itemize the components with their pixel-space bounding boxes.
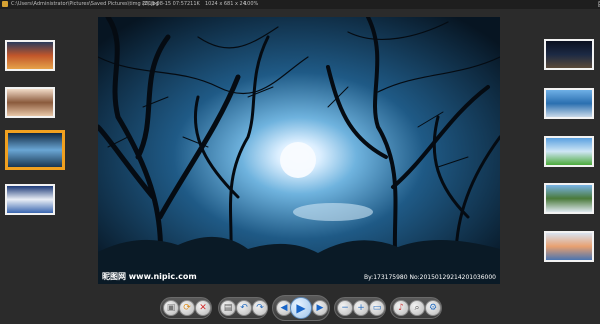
thumb-green-field-image [546, 138, 592, 165]
moonlit-forest-picture: 昵图网 www.nipic.com By:173175980 No:201501… [98, 17, 500, 284]
next-button[interactable]: ▶ [312, 300, 328, 316]
thumb-alpine-village-image [546, 185, 592, 212]
thumb-green-field[interactable] [544, 136, 594, 167]
rotate-left-button[interactable]: ↶ [236, 300, 252, 316]
thumb-sunset-lake[interactable] [5, 40, 55, 71]
play-button[interactable]: ▶ [290, 297, 312, 319]
thumb-portrait-image [7, 89, 53, 116]
watermark-left: 昵图网 www.nipic.com [102, 272, 197, 281]
open-button[interactable]: ▣ [163, 300, 179, 316]
file-size: 211K [187, 1, 200, 7]
settings-button[interactable]: ⚙ [425, 300, 441, 316]
gear-icon: ⚙ [428, 302, 438, 313]
save-button[interactable]: ▤ [220, 300, 236, 316]
music-button[interactable]: ♪ [393, 300, 409, 316]
search-button[interactable]: ⌕ [409, 300, 425, 316]
thumb-sunset-lake-image [7, 42, 53, 69]
search-icon: ⌕ [414, 302, 420, 313]
zoom-in-button[interactable]: + [353, 300, 369, 316]
thumb-night-house[interactable] [5, 184, 55, 215]
rotate-right-icon: ↷ [256, 302, 264, 313]
rotate-icon: ⟳ [183, 302, 191, 313]
close-icon: ✕ [199, 302, 207, 313]
title-bar: C:\Users\Administrator\Pictures\Saved Pi… [0, 0, 600, 9]
music-note-icon: ♪ [398, 302, 404, 313]
rotate-left-icon: ↶ [240, 302, 248, 313]
thumb-moon-forest-image [8, 133, 62, 167]
image-dimensions: 1024 x 681 x 24 [205, 1, 246, 7]
rotate-right-button[interactable]: ↷ [252, 300, 268, 316]
zoom-level: 100% [244, 1, 259, 7]
thumb-sunset-sea-image [546, 233, 592, 260]
rotate-settings-button[interactable]: ⟳ [179, 300, 195, 316]
thumb-sunset-sea[interactable] [544, 231, 594, 262]
folder-open-icon: ▣ [166, 302, 176, 313]
arrow-right-icon: ▶ [316, 302, 324, 313]
thumb-star-trails[interactable] [544, 39, 594, 70]
thumb-coast-image [546, 90, 592, 117]
watermark-right: By:173175980 No:20150129214201036000 [364, 274, 496, 281]
app-icon [2, 1, 8, 7]
file-date: 2019-08-15 07:57 [142, 1, 188, 7]
bottom-toolbar: ▣ ⟳ ✕ ▤ ↶ ↷ ◀ ▶ ▶ − + ▭ ♪ ⌕ ⚙ [0, 290, 600, 324]
save-icon: ▤ [223, 302, 233, 313]
zoom-out-icon: − [341, 302, 349, 313]
main-image[interactable]: 昵图网 www.nipic.com By:173175980 No:201501… [98, 17, 500, 284]
file-path: C:\Users\Administrator\Pictures\Saved Pi… [11, 1, 159, 7]
fit-screen-icon: ▭ [372, 302, 382, 313]
delete-button[interactable]: ✕ [195, 300, 211, 316]
thumb-portrait[interactable] [5, 87, 55, 118]
thumb-star-trails-image [546, 41, 592, 68]
thumb-coast[interactable] [544, 88, 594, 119]
zoom-out-button[interactable]: − [337, 300, 353, 316]
thumb-night-house-image [7, 186, 53, 213]
zoom-in-icon: + [357, 302, 365, 313]
fit-window-button[interactable]: ▭ [369, 300, 385, 316]
thumb-moon-forest[interactable] [5, 130, 65, 170]
play-icon: ▶ [296, 301, 306, 315]
arrow-left-icon: ◀ [280, 302, 288, 313]
thumb-alpine-village[interactable] [544, 183, 594, 214]
